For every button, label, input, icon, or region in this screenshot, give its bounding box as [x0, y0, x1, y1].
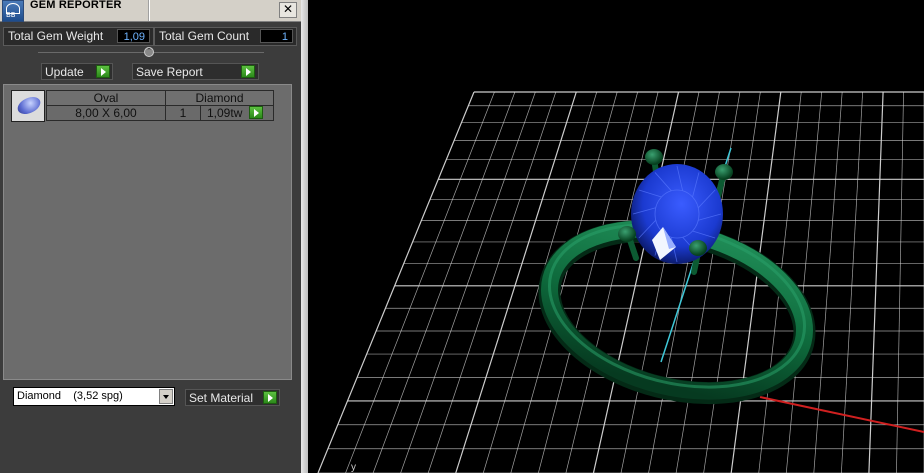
- collapse-knob-icon[interactable]: ⌃: [144, 47, 154, 57]
- total-gem-weight: Total Gem Weight 1,09: [3, 27, 154, 46]
- grid-line: [703, 91, 761, 473]
- oval-gem-icon: [14, 93, 44, 118]
- grid-line: [400, 91, 536, 473]
- grid-line: [648, 91, 720, 473]
- gem-shape-cell: Oval: [46, 90, 166, 106]
- total-gem-count-label: Total Gem Count: [159, 29, 250, 43]
- table-row: 8,00 X 6,00 1 1,09tw: [46, 105, 274, 121]
- material-select-value: Diamond (3,52 spg): [17, 390, 123, 402]
- viewport-canvas: y: [317, 91, 924, 473]
- gem-reporter-panel: GEM REPORTER ✕ Total Gem Weight 1,09 Tot…: [0, 0, 301, 473]
- grid-line: [868, 91, 884, 473]
- gem-type-cell: Diamond: [165, 90, 274, 106]
- play-arrow-icon: [96, 65, 110, 78]
- set-material-button-label: Set Material: [189, 391, 254, 405]
- save-report-button-label: Save Report: [136, 65, 203, 79]
- gem-list: Oval Diamond 8,00 X 6,00 1 1,09tw: [3, 84, 292, 380]
- set-material-button[interactable]: Set Material: [185, 389, 280, 406]
- save-report-button[interactable]: Save Report: [132, 63, 259, 80]
- material-select[interactable]: Diamond (3,52 spg): [13, 387, 175, 406]
- total-gem-weight-label: Total Gem Weight: [8, 29, 104, 43]
- axis-label: y: [351, 462, 356, 473]
- update-button[interactable]: Update: [41, 63, 113, 80]
- total-gem-count-value: 1: [260, 29, 293, 43]
- grid-line: [813, 91, 843, 473]
- grid-line: [427, 91, 557, 473]
- x-axis-line: [759, 396, 924, 433]
- title-divider: [148, 0, 150, 21]
- total-gem-count: Total Gem Count 1: [154, 27, 297, 46]
- 3d-viewport[interactable]: y: [308, 0, 924, 473]
- window-title: GEM REPORTER: [30, 0, 122, 11]
- play-arrow-icon: [241, 65, 255, 78]
- gem-thumbnail[interactable]: [11, 90, 45, 122]
- gem-reporter-logo-icon: [2, 0, 24, 22]
- ground-grid: [317, 91, 924, 473]
- panel-splitter[interactable]: [301, 0, 308, 473]
- gem-row-table[interactable]: Oval Diamond 8,00 X 6,00 1 1,09tw: [46, 90, 274, 121]
- total-gem-weight-value: 1,09: [117, 29, 150, 43]
- chevron-down-icon[interactable]: [159, 389, 173, 404]
- grid-line: [317, 91, 475, 473]
- title-bar: GEM REPORTER ✕: [0, 0, 301, 22]
- close-icon[interactable]: ✕: [279, 2, 297, 18]
- gem-weight-cell: 1,09tw: [200, 105, 274, 121]
- update-button-label: Update: [45, 65, 84, 79]
- table-row: Oval Diamond: [46, 90, 274, 106]
- grid-line: [896, 91, 904, 473]
- grid-line: [345, 91, 495, 473]
- oval-diamond-gem: [631, 164, 723, 264]
- grid-line: [592, 91, 680, 473]
- play-arrow-icon[interactable]: [249, 106, 263, 119]
- gem-qty-cell: 1: [165, 105, 201, 121]
- grid-line: [510, 91, 618, 473]
- gem-weight-value: 1,09tw: [207, 106, 243, 120]
- play-arrow-icon: [263, 391, 277, 404]
- gem-size-cell: 8,00 X 6,00: [46, 105, 166, 121]
- grid-line: [372, 91, 516, 473]
